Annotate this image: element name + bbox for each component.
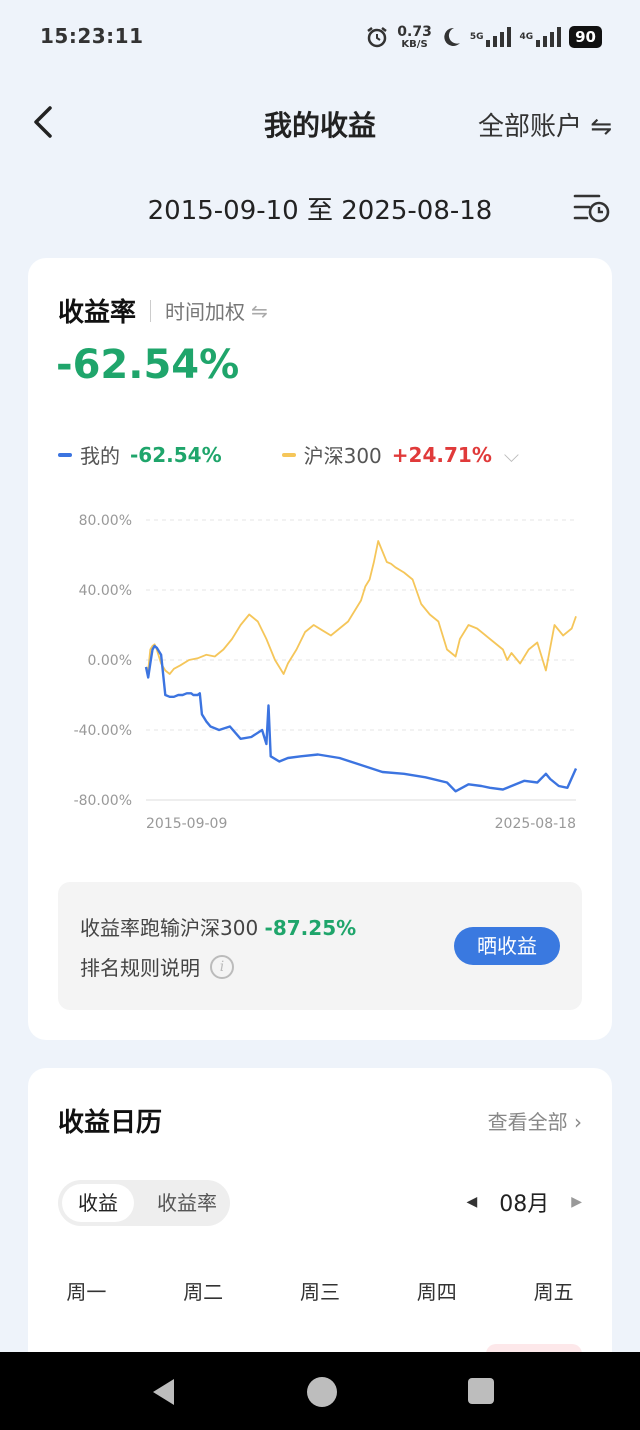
compare-text: 收益率跑输沪深300: [80, 916, 259, 940]
current-month: 08月: [499, 1192, 550, 1217]
network-4g-label: 4G: [519, 32, 534, 42]
swap-icon[interactable]: ⇋: [251, 299, 268, 323]
return-card: 收益率 时间加权 ⇋ -62.54% 我的 -62.54% 沪深300 +24.…: [28, 258, 612, 1040]
weekday-label: 周四: [416, 1280, 457, 1304]
legend-name-hs300: 沪深300: [303, 444, 382, 468]
weekday-label: 周二: [183, 1280, 224, 1304]
compare-line: 收益率跑输沪深300 -87.25%: [80, 912, 356, 941]
signal-icon: [536, 27, 562, 47]
top-nav: 我的收益 全部账户 ⇋: [0, 92, 640, 152]
status-icons: 0.73 KB/S 5G 4G 90: [365, 22, 602, 52]
network-5g-label: 5G: [469, 32, 484, 42]
y-tick-label: 40.00%: [79, 583, 132, 599]
y-tick-label: 80.00%: [79, 513, 132, 529]
legend-swatch-mine: [58, 452, 72, 457]
calendar-mode-toggle: 收益 收益率: [58, 1180, 230, 1226]
y-tick-label: 0.00%: [88, 653, 132, 669]
tab-profit[interactable]: 收益: [62, 1184, 134, 1222]
date-range-text[interactable]: 2015-09-10 至 2025-08-18: [0, 190, 640, 227]
legend-item-mine: 我的 -62.54%: [58, 440, 222, 469]
month-selector: ◀ 08月 ▶: [466, 1186, 582, 1218]
legend-item-hs300[interactable]: 沪深300 +24.71% ⌵: [281, 440, 519, 469]
x-tick-label: 2025-08-18: [495, 816, 576, 832]
series-line-mine: [144, 644, 578, 793]
prev-month-icon[interactable]: ◀: [466, 1194, 477, 1210]
calendar-title: 收益日历: [58, 1108, 163, 1138]
signal-icon: [486, 27, 512, 47]
date-range-row: 2015-09-10 至 2025-08-18: [0, 186, 640, 230]
compare-box: 收益率跑输沪深300 -87.25% 排名规则说明 i 晒收益: [58, 882, 582, 1010]
legend-value-mine: -62.54%: [130, 442, 222, 467]
legend-value-hs300: +24.71%: [391, 442, 492, 467]
account-label: 全部账户 ⇋: [477, 112, 612, 142]
legend-swatch-hs300: [281, 452, 296, 457]
return-rate-title: 收益率: [58, 298, 137, 328]
time-weighted-toggle[interactable]: 时间加权: [165, 296, 245, 325]
divider: [150, 299, 152, 322]
moon-icon: [444, 27, 460, 46]
series-line-hs300: [145, 540, 577, 675]
tab-return-rate[interactable]: 收益率: [144, 1180, 230, 1226]
weekday-header: 周一 周二 周三 周四 周五: [28, 1276, 612, 1305]
x-tick-label: 2015-09-09: [146, 816, 227, 832]
legend-name-mine: 我的: [80, 444, 120, 468]
rules-link[interactable]: 排名规则说明 i: [80, 952, 234, 981]
total-return-value: -62.54%: [56, 342, 240, 388]
return-card-header: 收益率 时间加权 ⇋: [58, 292, 268, 329]
calendar-card: 收益日历 查看全部 › 收益 收益率 ◀ 08月 ▶ 周一 周二 周三 周四 周…: [28, 1068, 612, 1388]
chevron-right-icon: ›: [574, 1110, 582, 1134]
chevron-down-icon[interactable]: ⌵: [504, 443, 519, 467]
return-line-chart: 80.00% 40.00% 0.00% -40.00% -80.00% 2015-09-0…: [74, 513, 578, 832]
y-tick-label: -80.00%: [74, 793, 132, 809]
battery-indicator: 90: [569, 26, 602, 48]
compare-value: -87.25%: [264, 916, 357, 940]
weekday-label: 周一: [66, 1280, 107, 1304]
history-filter-icon[interactable]: [572, 190, 610, 224]
status-bar: 15:23:11 0.73 KB/S 5G 4G 90: [0, 0, 640, 74]
alarm-icon: [367, 27, 388, 48]
rules-text: 排名规则说明: [80, 956, 200, 980]
y-tick-label: -40.00%: [74, 723, 132, 739]
nav-recents-icon[interactable]: [466, 1376, 496, 1406]
system-nav-bar: [0, 1352, 640, 1430]
share-returns-button[interactable]: 晒收益: [454, 927, 560, 965]
nav-home-icon[interactable]: [306, 1376, 338, 1408]
status-time: 15:23:11: [40, 24, 144, 48]
chart-legend: 我的 -62.54% 沪深300 +24.71% ⌵: [58, 440, 519, 469]
next-month-icon[interactable]: ▶: [571, 1194, 582, 1210]
info-icon[interactable]: i: [210, 954, 234, 979]
view-all-link[interactable]: 查看全部 ›: [488, 1106, 582, 1135]
net-speed: 0.73 KB/S: [397, 23, 432, 50]
weekday-label: 周三: [299, 1280, 340, 1304]
nav-back-icon[interactable]: [148, 1376, 180, 1408]
weekday-label: 周五: [533, 1280, 574, 1304]
account-switch-button[interactable]: 全部账户 ⇋: [478, 106, 612, 143]
